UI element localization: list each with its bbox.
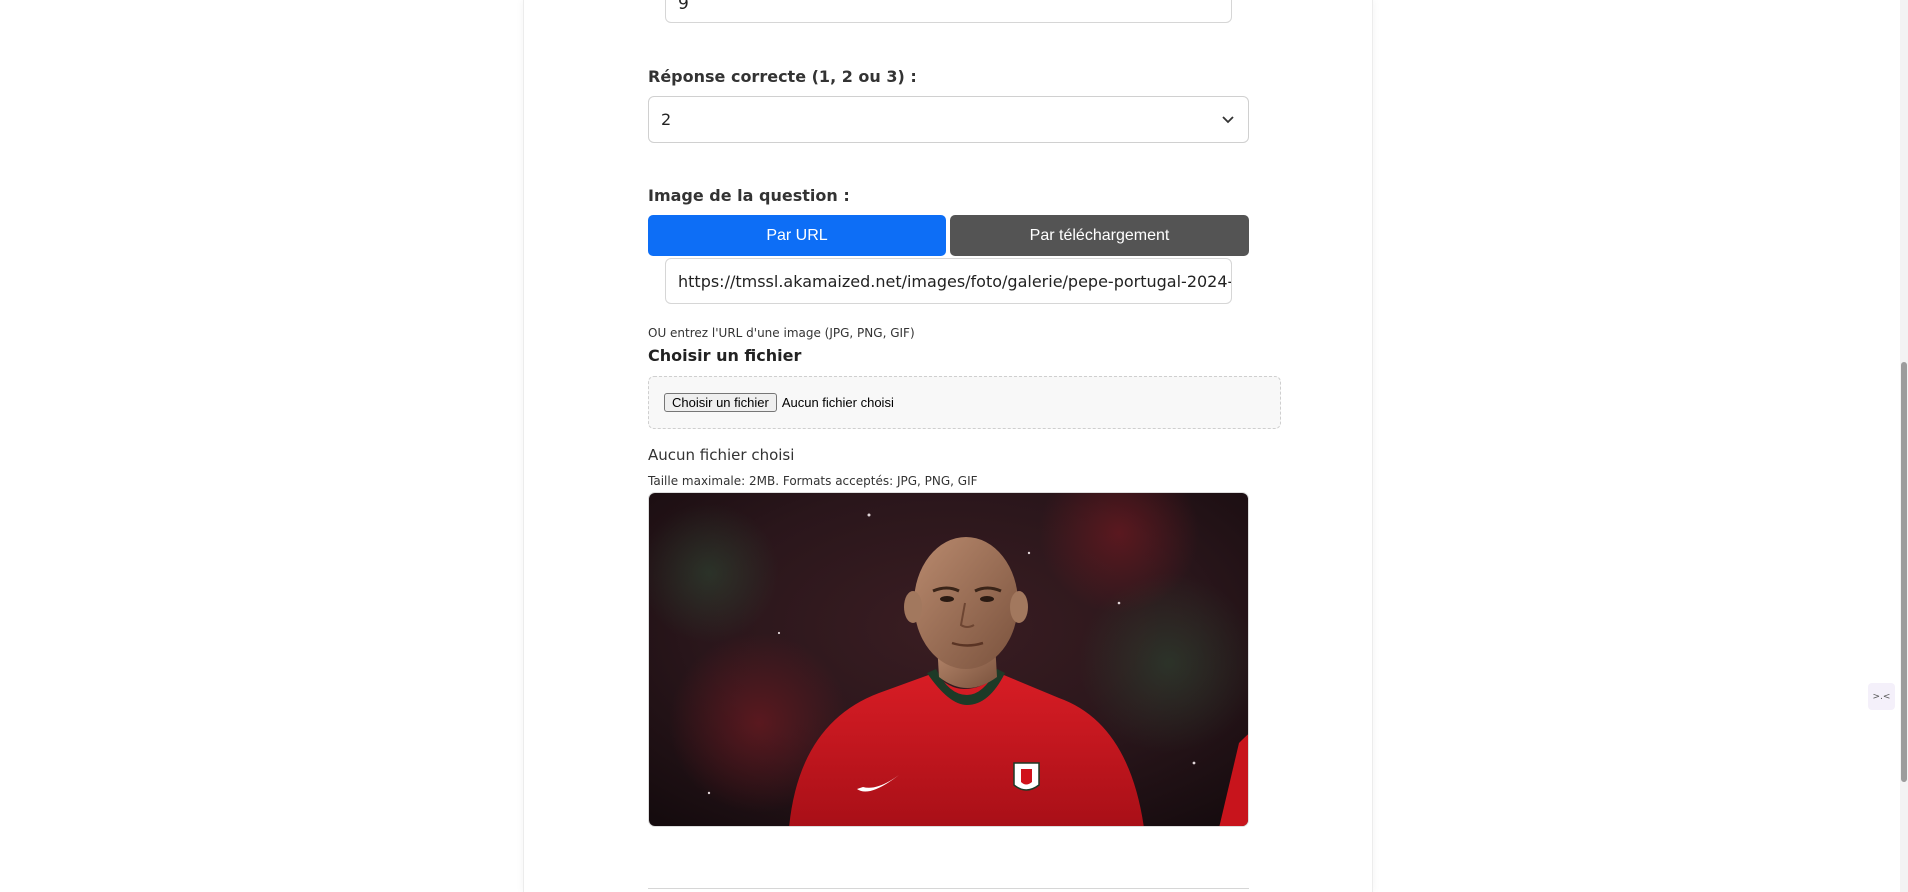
chevron-down-icon [1220,112,1236,128]
tab-by-upload[interactable]: Par téléchargement [950,215,1249,256]
choose-file-title: Choisir un fichier [648,346,802,365]
section-divider [648,888,1249,889]
no-file-text: Aucun fichier choisi [648,446,795,464]
choose-file-button[interactable]: Choisir un fichier [664,393,777,412]
question-image-label: Image de la question : [648,186,850,205]
previous-answer-input[interactable]: 9 [665,0,1232,23]
image-preview [648,492,1249,827]
image-url-help: OU entrez l'URL d'une image (JPG, PNG, G… [648,326,915,340]
previous-answer-value: 9 [678,0,689,14]
scrollbar[interactable] [1900,0,1908,892]
scrollbar-thumb[interactable] [1901,362,1907,782]
image-url-value: https://tmssl.akamaized.net/images/foto/… [678,271,1231,291]
file-size-help: Taille maximale: 2MB. Formats acceptés: … [648,474,978,488]
correct-answer-select[interactable]: 2 [648,96,1249,143]
side-widget-button[interactable]: >.< [1868,683,1895,710]
correct-answer-value: 2 [661,110,672,129]
player-photo [649,493,1248,826]
file-dropzone[interactable]: Choisir un fichier Aucun fichier choisi [648,376,1281,429]
file-status-text: Aucun fichier choisi [781,395,894,410]
correct-answer-label: Réponse correcte (1, 2 ou 3) : [648,67,917,86]
image-url-input[interactable]: https://tmssl.akamaized.net/images/foto/… [665,258,1232,304]
tab-by-url[interactable]: Par URL [648,215,946,256]
